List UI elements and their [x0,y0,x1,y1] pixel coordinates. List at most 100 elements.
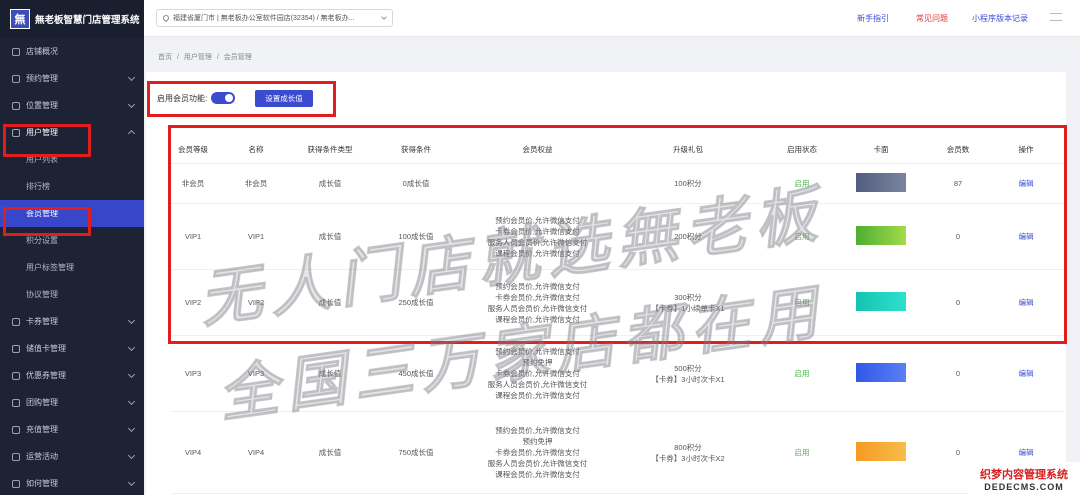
member-feature-toggle: 启用会员功能: [157,92,236,104]
cell-benefits: 预约会员价,允许微信支付 预约免押 卡券会员价,允许微信支付 服务人员会员价,允许微信… [469,425,606,480]
cell-cond: 250成长值 [398,298,434,307]
cell-cond-type: 成长值 [318,232,342,241]
sidebar-subitem[interactable]: 用户标签管理 [0,254,144,281]
sidebar-subitem[interactable]: 协议管理 [0,281,144,308]
cell-cond: 750成长值 [398,448,434,457]
edit-button[interactable]: 编辑 [988,447,1064,458]
corner-badge-site: DEDECMS.COM [984,481,1064,492]
faq-link[interactable]: 常见问题 [916,13,948,24]
benefit-line: 预约会员价,允许微信支付 [495,215,580,225]
cell-benefits: 预约会员价,允许微信支付 卡券会员价,允许微信支付 服务人员会员价,允许微信支付 课程… [469,215,606,259]
sidebar-subitem[interactable]: 用户列表 [0,146,144,173]
breadcrumb-sep: / [176,54,179,61]
benefit-line: 服务人员会员价,允许微信支付 [487,380,588,389]
sidebar-item-label: 预约管理 [26,74,58,83]
chevron-icon [127,100,136,109]
card-face-swatch [856,173,906,192]
card-face-swatch [856,442,906,461]
table-header-row: 会员等级 名称 获得条件类型 获得条件 会员权益 升级礼包 启用状态 卡面 会员… [171,135,1064,164]
cell-count: 87 [953,179,963,188]
benefit-line: 服务人员会员价,允许微信支付 [487,303,588,313]
chevron-icon [127,370,136,379]
sidebar-item-group[interactable]: 团购管理 [0,389,144,416]
menu-icon[interactable] [1050,13,1062,21]
sidebar-item-chart[interactable]: 店铺概况 [0,38,144,65]
brand-name: 無老板智慧门店管理系统 [35,15,140,26]
cell-level: VIP2 [184,298,202,307]
col-header-status: 启用状态 [787,144,817,154]
chevron-icon [127,343,136,352]
cell-name: VIP1 [247,232,265,241]
store-select-value: 福建省厦门市 | 無老板办公室软件园店(32354) / 無老板办... [173,15,355,22]
table-row: VIP1 VIP1 成长值 100成长值 预约会员价,允许微信支付 卡券会员价,允许微信支… [171,204,1064,270]
benefit-line: 服务人员会员价,允许微信支付 [487,237,588,247]
recharge-icon [12,425,20,434]
benefit-line: 课程会员价,允许微信支付 [495,391,580,400]
member-feature-switch[interactable] [211,92,236,104]
calendar-icon [12,74,20,83]
card-face-swatch [856,292,906,311]
sidebar-subitem[interactable]: 会员管理 [0,200,144,227]
edit-button[interactable]: 编辑 [988,231,1064,242]
table-row: VIP2 VIP2 成长值 250成长值 预约会员价,允许微信支付 卡券会员价,允许微信支… [171,270,1064,336]
gift-line: 【卡券】1小续单卡X1 [651,303,725,313]
sidebar-item-label: 位置管理 [26,101,58,110]
breadcrumb-home[interactable]: 首页 [158,54,172,61]
sidebar-item-recharge[interactable]: 充值管理 [0,416,144,443]
cell-cond: 0成长值 [402,179,430,188]
breadcrumb-user-management[interactable]: 用户管理 [184,54,212,61]
sidebar-subitem[interactable]: 排行榜 [0,173,144,200]
benefit-line: 卡券会员价,允许微信支付 [495,369,580,378]
edit-button[interactable]: 编辑 [988,178,1064,189]
benefit-line: 课程会员价,允许微信支付 [495,248,580,258]
sidebar-item-more[interactable]: 如何管理 [0,470,144,495]
table-body: 非会员 非会员 成长值 0成长值 100积分 启用 87 编辑 VIP1 VIP1 成长值 100成长… [171,164,1064,494]
brand[interactable]: 無 無老板智慧门店管理系统 [0,0,144,38]
sidebar-item-card[interactable]: 卡券管理 [0,308,144,335]
edit-button[interactable]: 编辑 [988,368,1064,379]
chevron-icon [127,478,136,487]
cell-card [834,363,928,384]
cell-card [834,226,928,247]
cell-cond: 100成长值 [398,232,434,241]
topbar: 福建省厦门市 | 無老板办公室软件园店(32354) / 無老板办... 新手指… [144,0,1080,37]
chart-icon [12,47,20,56]
col-header-benefits: 会员权益 [522,144,553,154]
sidebar-item-label: 店铺概况 [26,47,58,56]
benefit-line: 课程会员价,允许微信支付 [495,314,580,324]
cell-name: 非会员 [244,179,268,188]
store-select[interactable]: 福建省厦门市 | 無老板办公室软件园店(32354) / 無老板办... [156,9,393,27]
sidebar-item-activity[interactable]: 运营活动 [0,443,144,470]
gift-line: 【卡券】3小时次卡X2 [651,453,725,463]
sidebar-item-coupon[interactable]: 优惠券管理 [0,362,144,389]
cell-card [834,292,928,313]
sidebar-item-user[interactable]: 用户管理 [0,119,144,146]
brand-logo: 無 [10,9,30,29]
member-level-table: 会员等级 名称 获得条件类型 获得条件 会员权益 升级礼包 启用状态 卡面 会员… [171,135,1064,494]
edit-button[interactable]: 编辑 [988,297,1064,308]
beginner-guide-link[interactable]: 新手指引 [857,13,889,24]
cell-cond-type: 成长值 [318,179,342,188]
sidebar-item-wallet[interactable]: 储值卡管理 [0,335,144,362]
benefit-line: 课程会员价,允许微信支付 [495,470,580,479]
breadcrumb-sep: / [216,54,219,61]
chevron-icon [127,424,136,433]
pin-icon [12,101,20,110]
miniprogram-version-link[interactable]: 小程序版本记录 [972,13,1028,24]
col-header-card: 卡面 [873,144,889,154]
sidebar-item-label: 储值卡管理 [26,344,66,353]
cell-level: 非会员 [181,179,205,188]
cell-card [834,173,928,194]
sidebar-subitem[interactable]: 积分设置 [0,227,144,254]
sidebar-item-label: 优惠券管理 [26,371,66,380]
card-face-swatch [856,226,906,245]
cell-count: 0 [955,448,961,457]
chevron-icon [127,129,136,138]
sidebar-item-calendar[interactable]: 预约管理 [0,65,144,92]
chevron-icon [127,451,136,460]
sidebar-item-pin[interactable]: 位置管理 [0,92,144,119]
set-growth-value-button[interactable]: 设置成长值 [255,90,313,107]
cell-name: VIP4 [247,448,265,457]
table-row: VIP4 VIP4 成长值 750成长值 预约会员价,允许微信支付 预约免押 卡券会员价,允… [171,412,1064,494]
benefit-line: 预约会员价,允许微信支付 [495,347,580,356]
